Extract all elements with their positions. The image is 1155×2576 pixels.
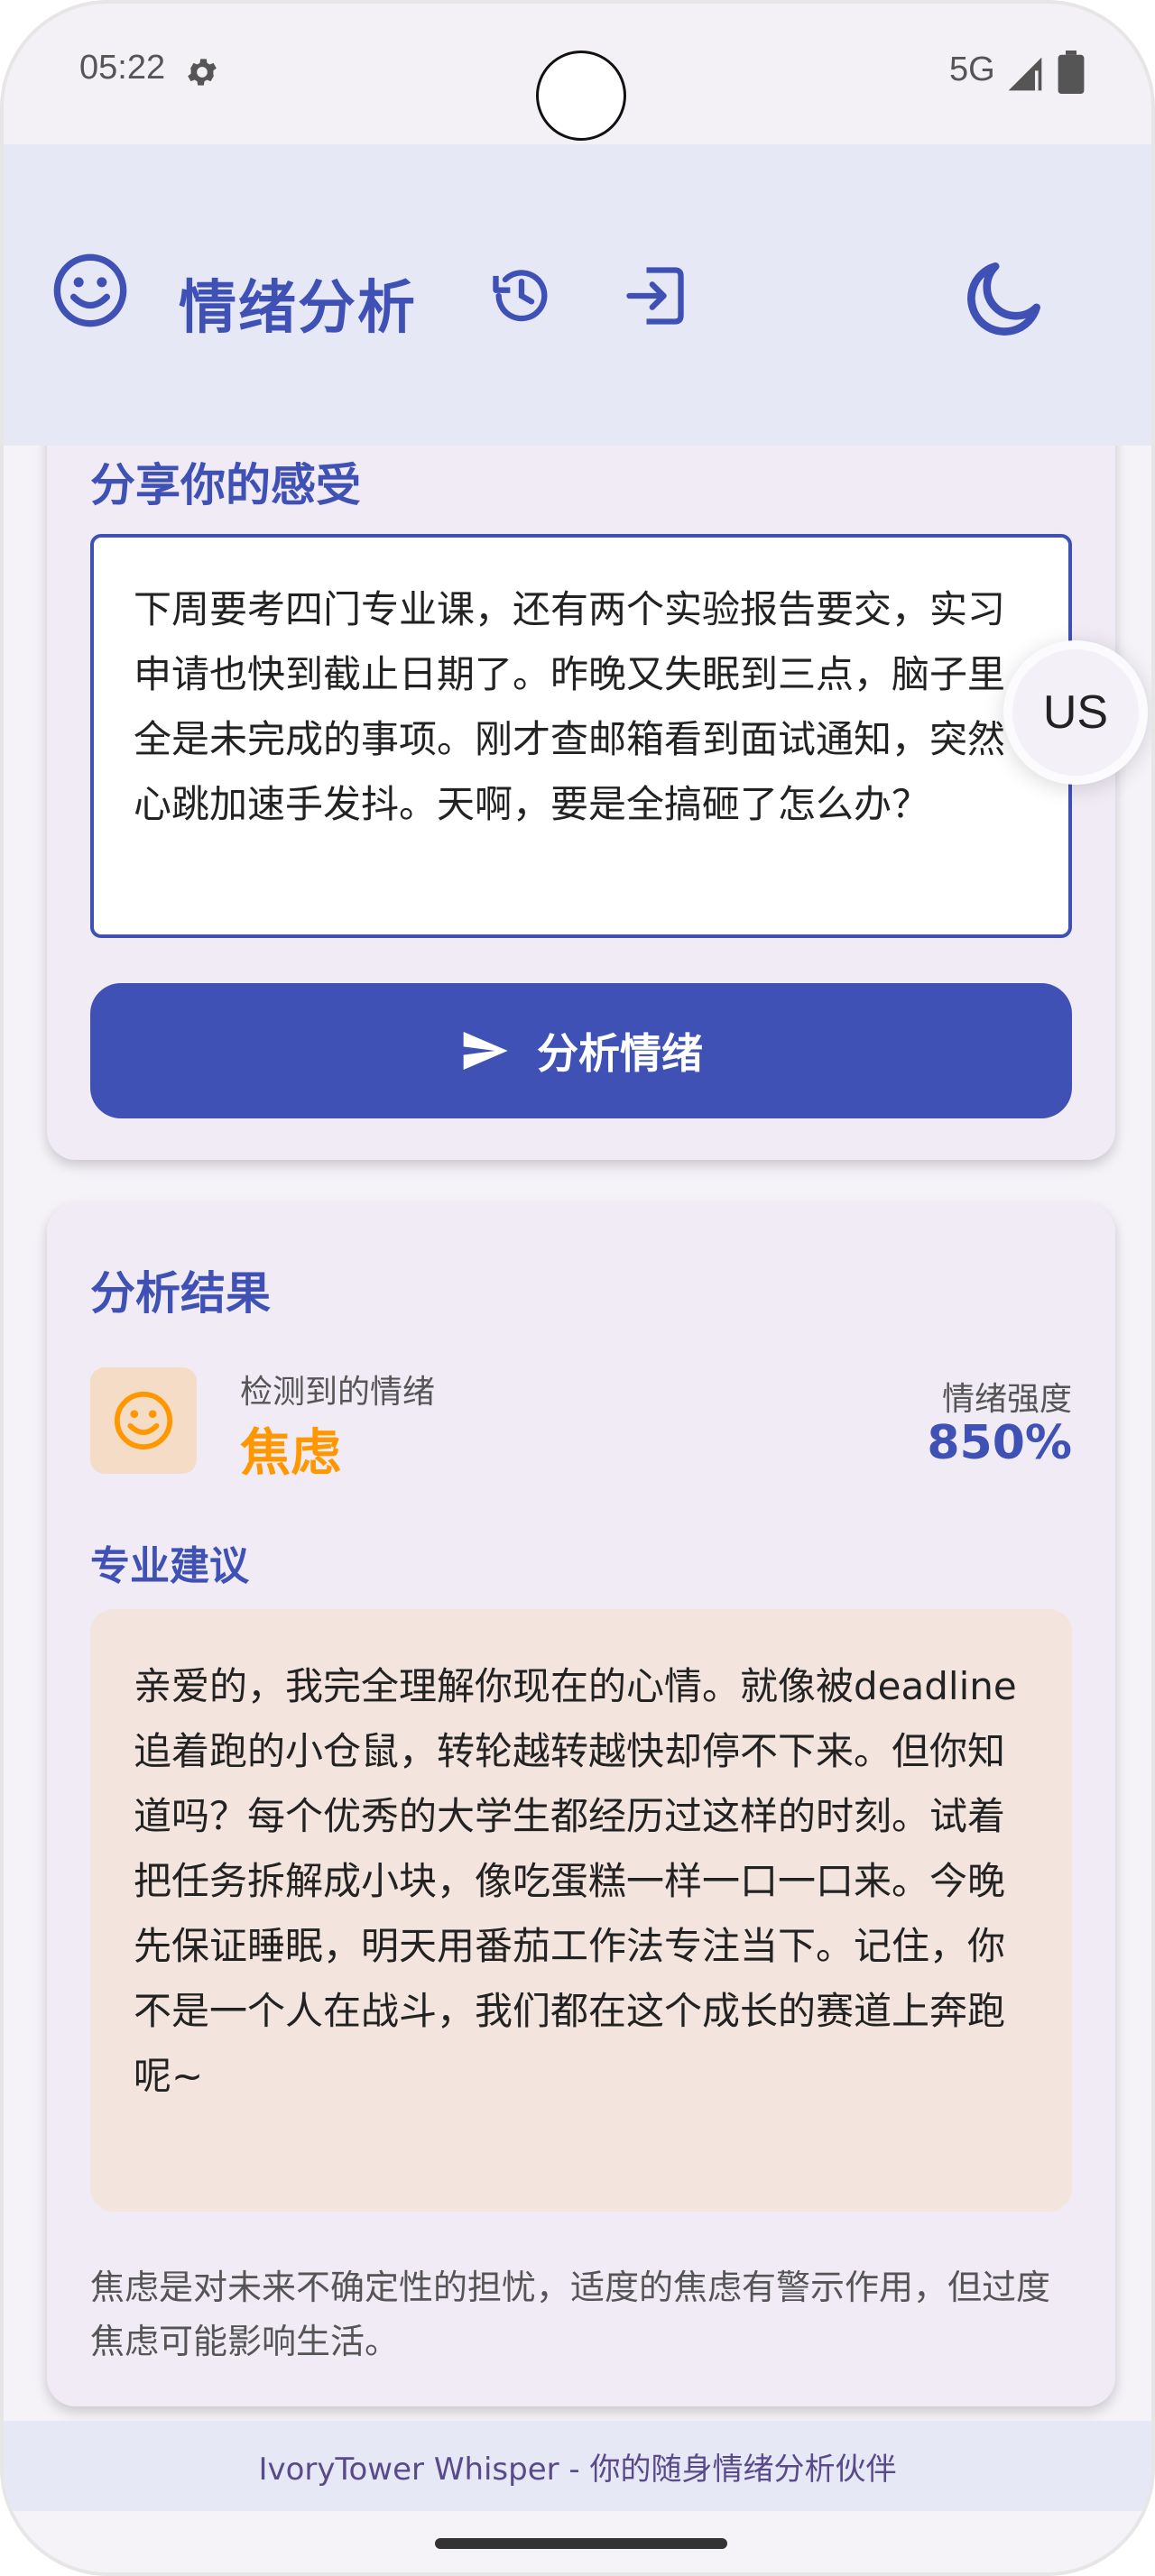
result-title: 分析结果 [90,1267,271,1320]
advice-title: 专业建议 [90,1543,249,1589]
share-feelings-title: 分享你的感受 [90,459,361,511]
smiley-logo-icon [53,253,127,327]
signal-icon [1008,57,1042,91]
emotion-description: 焦虑是对未来不确定性的担忧，适度的焦虑有警示作用，但过度焦虑可能影响生活。 [90,2268,1051,2361]
moon-icon[interactable] [958,251,1052,345]
detected-emotion-label: 检测到的情绪 [240,1374,436,1411]
smiley-emotion-icon [114,1391,173,1450]
user-avatar[interactable]: US [1003,640,1148,785]
gear-icon [188,59,217,86]
footer: IvoryTower Whisper - 你的随身情绪分析伙伴 [4,2421,1151,2511]
analyze-button-label: 分析情绪 [537,1029,703,1078]
emotion-icon-box [90,1367,197,1474]
home-indicator[interactable] [435,2538,727,2549]
logout-icon[interactable] [621,262,689,330]
intensity-label: 情绪强度 [941,1381,1072,1418]
network-label: 5G [949,51,995,88]
phone-screen: 05:22 5G 情绪分析 分享你的感受 下周要考四门专业课，还有两个实验报告要… [0,0,1155,2576]
app-title: 情绪分析 [179,275,417,342]
advice-box: 亲爱的，我完全理解你现在的心情。就像被deadline追着跑的小仓鼠，转轮越转越… [90,1609,1072,2212]
footer-text: IvoryTower Whisper - 你的随身情绪分析伙伴 [258,2451,897,2488]
history-icon[interactable] [487,262,556,330]
send-icon [463,1032,508,1070]
app-bar: 情绪分析 [4,144,1151,446]
intensity-value: 850% [927,1416,1072,1470]
camera-cutout [536,51,626,141]
analyze-button[interactable]: 分析情绪 [90,983,1072,1118]
status-time: 05:22 [79,49,166,87]
status-bar: 05:22 5G [4,4,1151,144]
battery-icon [1058,51,1085,94]
feelings-textarea[interactable]: 下周要考四门专业课，还有两个实验报告要交，实习申请也快到截止日期了。昨晚又失眠到… [90,534,1072,938]
result-card: 分析结果 检测到的情绪 焦虑 情绪强度 850% 专业建议 亲爱的，我完全理解你… [47,1203,1115,2406]
input-card: 分享你的感受 下周要考四门专业课，还有两个实验报告要交，实习申请也快到截止日期了… [47,382,1115,1160]
detected-emotion: 焦虑 [240,1424,341,1483]
